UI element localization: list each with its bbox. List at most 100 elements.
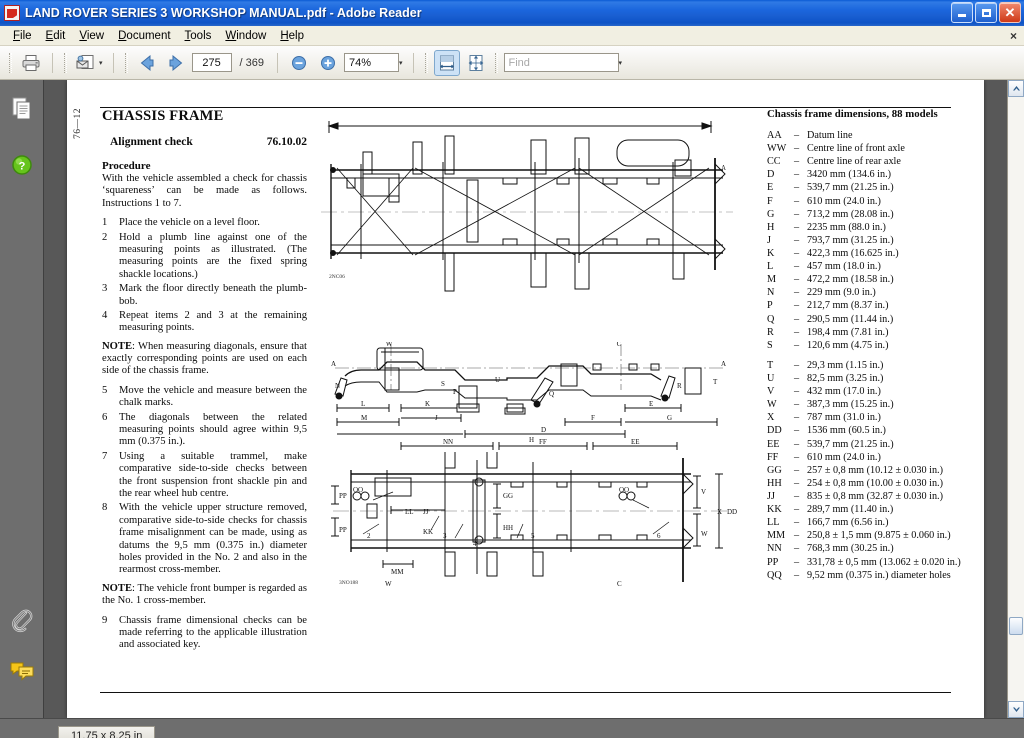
dimension-key-symbol: EE: [767, 438, 794, 451]
svg-text:A: A: [721, 360, 726, 368]
procedure-steps-a: 1Place the vehicle on a level floor. 2Ho…: [102, 217, 307, 335]
chevron-down-icon: [1012, 706, 1021, 713]
search-input[interactable]: Find: [504, 53, 619, 72]
toolbar: ▾ 275 / 369 74% ▾: [0, 46, 1024, 80]
dimension-key-dash: –: [794, 424, 807, 437]
step-text: Hold a plumb line against one of the mea…: [119, 232, 307, 282]
dimension-key-symbol: QQ: [767, 569, 794, 582]
zoom-level-input[interactable]: 74%: [344, 53, 399, 72]
dimension-key-dash: –: [794, 477, 807, 490]
next-page-button[interactable]: [163, 50, 189, 76]
fit-width-icon: [437, 54, 457, 72]
fit-width-button[interactable]: [434, 50, 460, 76]
dimension-key-symbol: F: [767, 195, 794, 208]
step-number: 1: [102, 217, 119, 229]
close-icon: ✕: [1005, 6, 1016, 19]
svg-text:FF: FF: [539, 438, 547, 446]
page-number-input[interactable]: 275: [192, 53, 232, 72]
dimension-key-row: AA–Datum line: [767, 129, 982, 142]
dimension-key-symbol: E: [767, 181, 794, 194]
toolbar-grip-2[interactable]: [64, 53, 67, 73]
menu-item-help[interactable]: Help: [273, 28, 311, 44]
scroll-down-button[interactable]: [1008, 701, 1024, 718]
dimension-key-dash: –: [794, 490, 807, 503]
svg-text:PP: PP: [339, 526, 347, 534]
svg-text:C: C: [617, 342, 622, 348]
dimension-key-symbol: G: [767, 208, 794, 221]
dimension-key-symbol: LL: [767, 516, 794, 529]
dimension-key-dash: –: [794, 326, 807, 339]
svg-text:3: 3: [443, 532, 447, 540]
toolbar-grip[interactable]: [9, 53, 12, 73]
svg-text:V: V: [701, 488, 706, 496]
dimension-key-symbol: MM: [767, 529, 794, 542]
dimension-key-row: HH–254 ± 0,8 mm (10.00 ± 0.030 in.): [767, 477, 982, 490]
dimension-key-symbol: J: [767, 234, 794, 247]
procedure-column: CHASSIS FRAME Alignment check 76.10.02 P…: [102, 108, 307, 658]
print-button[interactable]: [18, 50, 44, 76]
email-button[interactable]: [73, 50, 99, 76]
step-text: Move the vehicle and measure between the…: [119, 385, 307, 410]
list-item: 9Chassis frame dimensional checks can be…: [102, 615, 307, 652]
minimize-button[interactable]: [951, 2, 973, 23]
toolbar-grip-3[interactable]: [125, 53, 128, 73]
page-size-label: 11.75 x 8.25 in: [58, 726, 155, 738]
dimension-key-symbol: V: [767, 385, 794, 398]
chevron-up-icon: [1012, 85, 1021, 92]
menu-item-file[interactable]: File: [6, 28, 39, 44]
help-panel-icon[interactable]: ?: [7, 150, 37, 180]
scroll-track[interactable]: [1008, 97, 1024, 701]
dimension-key-symbol: M: [767, 273, 794, 286]
document-view[interactable]: 76—12 CHASSIS FRAME Alignment check 76.1…: [44, 80, 1007, 718]
menu-item-document[interactable]: Document: [111, 28, 177, 44]
dimension-key-value: 539,7 mm (21.25 in.): [807, 181, 982, 194]
svg-text:U: U: [495, 376, 500, 384]
main-area: ? 76—12: [0, 80, 1024, 718]
step-text: With the vehicle upper structure removed…: [119, 502, 307, 576]
step-number: 6: [102, 412, 119, 449]
menu-item-window[interactable]: Window: [218, 28, 273, 44]
email-dropdown-caret[interactable]: ▾: [99, 59, 103, 67]
menu-item-view[interactable]: View: [72, 28, 111, 44]
attachments-panel-icon[interactable]: [7, 606, 37, 636]
dimension-key-row: [767, 352, 982, 359]
figure-top-caption: 2NC06: [329, 274, 345, 280]
previous-page-button[interactable]: [134, 50, 160, 76]
close-document-button[interactable]: ×: [1010, 29, 1017, 43]
svg-text:OO: OO: [353, 486, 363, 494]
dimension-key-value: 250,8 ± 1,5 mm (9.875 ± 0.060 in.): [807, 529, 982, 542]
dimension-key-value: 198,4 mm (7.81 in.): [807, 326, 982, 339]
note-2-text: : The vehicle front bumper is regarded a…: [102, 583, 307, 606]
scroll-thumb[interactable]: [1009, 617, 1023, 635]
toolbar-grip-4[interactable]: [425, 53, 428, 73]
zoom-in-button[interactable]: [315, 50, 341, 76]
find-dropdown-caret[interactable]: ▾: [619, 59, 623, 67]
maximize-restore-button[interactable]: [975, 2, 997, 23]
dimension-key-value: 166,7 mm (6.56 in.): [807, 516, 982, 529]
menu-item-tools[interactable]: Tools: [178, 28, 219, 44]
close-button[interactable]: ✕: [999, 2, 1021, 23]
svg-text:N: N: [335, 382, 340, 390]
pages-panel-icon[interactable]: [7, 94, 37, 124]
vertical-scrollbar[interactable]: [1007, 80, 1024, 718]
dimension-key-row: QQ–9,52 mm (0.375 in.) diameter holes: [767, 569, 982, 582]
dimension-key-row: V–432 mm (17.0 in.): [767, 385, 982, 398]
toolbar-grip-5[interactable]: [495, 53, 498, 73]
comments-panel-icon[interactable]: [7, 656, 37, 686]
dimension-key-dash: –: [794, 221, 807, 234]
section-subheading-row: Alignment check 76.10.02: [110, 136, 307, 148]
dimension-key-row: J–793,7 mm (31.25 in.): [767, 234, 982, 247]
zoom-out-button[interactable]: [286, 50, 312, 76]
dimension-key-row: P–212,7 mm (8.37 in.): [767, 299, 982, 312]
procedure-label: Procedure: [102, 160, 307, 172]
step-text: Repeat items 2 and 3 at the remaining me…: [119, 310, 307, 335]
scroll-up-button[interactable]: [1008, 80, 1024, 97]
dimension-key-row: FF–610 mm (24.0 in.): [767, 451, 982, 464]
zoom-dropdown-caret[interactable]: ▾: [399, 59, 403, 67]
menu-item-edit[interactable]: Edit: [39, 28, 73, 44]
svg-text:H: H: [529, 436, 534, 444]
page-title: CHASSIS FRAME: [102, 108, 307, 125]
dimension-key-row: D–3420 mm (134.6 in.): [767, 168, 982, 181]
fit-page-button[interactable]: [463, 50, 489, 76]
section-subheading: Alignment check: [110, 136, 193, 148]
